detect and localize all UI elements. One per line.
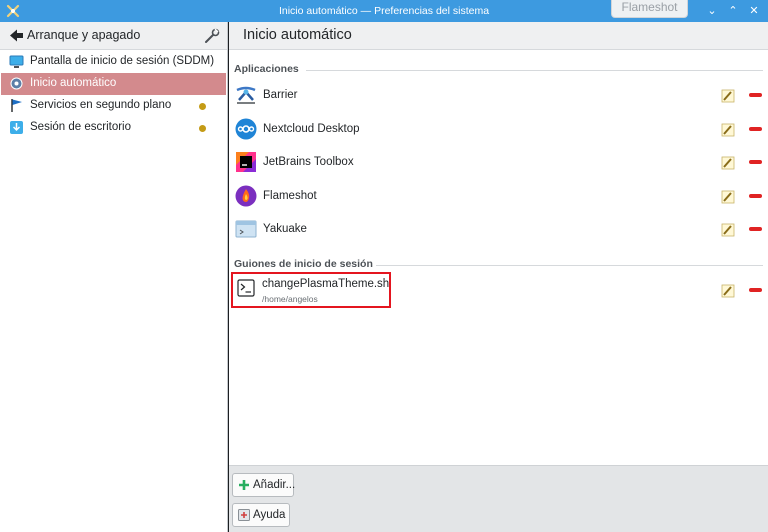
jetbrains-toolbox-icon	[236, 152, 256, 172]
scripts-section-header: Guiones de inicio de sesión	[234, 258, 763, 272]
minimize-icon: ⌄	[707, 5, 717, 17]
sidebar-item-label: Pantalla de inicio de sesión (SDDM)	[30, 55, 215, 67]
maximize-icon: ⌃	[728, 5, 738, 17]
main-panel: Inicio automático Aplicaciones Barrier N…	[229, 22, 768, 532]
plus-icon	[239, 480, 249, 490]
sidebar-item-autostart[interactable]: Inicio automático	[1, 73, 226, 95]
remove-icon[interactable]	[749, 127, 762, 131]
sidebar-item-background-services[interactable]: Servicios en segundo plano	[1, 95, 226, 117]
sidebar-header: Arranque y apagado	[0, 22, 227, 50]
status-dot	[199, 103, 206, 110]
minimize-button[interactable]: ⌄	[703, 2, 721, 20]
flag-icon	[11, 99, 22, 112]
remove-icon[interactable]	[749, 93, 762, 97]
add-button[interactable]: Añadir...	[232, 473, 296, 497]
close-button[interactable]: ✕	[745, 2, 763, 20]
section-divider	[376, 265, 763, 266]
monitor-icon	[9, 55, 24, 68]
wrench-icon[interactable]	[204, 28, 220, 44]
app-name: Yakuake	[263, 223, 307, 235]
flameshot-tooltip: Flameshot	[611, 0, 688, 18]
autostart-entry-flameshot[interactable]: Flameshot	[231, 182, 766, 212]
barrier-icon	[236, 86, 256, 104]
flameshot-icon	[235, 185, 257, 207]
edit-icon[interactable]	[721, 123, 735, 137]
remove-icon[interactable]	[749, 194, 762, 198]
terminal-icon	[237, 279, 255, 297]
edit-icon[interactable]	[721, 190, 735, 204]
autostart-entry-barrier[interactable]: Barrier	[231, 81, 766, 111]
maximize-button[interactable]: ⌃	[724, 2, 742, 20]
yakuake-icon	[235, 220, 257, 238]
section-label: Guiones de inicio de sesión	[234, 258, 373, 270]
sidebar-item-sddm[interactable]: Pantalla de inicio de sesión (SDDM)	[1, 51, 226, 73]
download-icon	[10, 121, 23, 134]
content-header: Inicio automático	[229, 22, 768, 50]
remove-icon[interactable]	[749, 227, 762, 231]
sidebar: Arranque y apagado Pantalla de inicio de…	[0, 22, 228, 532]
app-name: Barrier	[263, 89, 298, 101]
page-title: Inicio automático	[243, 27, 352, 43]
applications-section-header: Aplicaciones	[234, 63, 763, 77]
script-name: changePlasmaTheme.sh	[262, 278, 390, 290]
help-button-label: Ayuda	[253, 509, 286, 521]
section-label: Aplicaciones	[234, 63, 299, 75]
login-script-entry[interactable]: changePlasmaTheme.sh /home/angelos	[231, 272, 766, 310]
sidebar-item-label: Servicios en segundo plano	[30, 99, 172, 111]
nextcloud-icon	[235, 118, 257, 140]
autostart-entry-nextcloud[interactable]: Nextcloud Desktop	[231, 115, 766, 145]
sidebar-item-label: Inicio automático	[30, 77, 117, 89]
autostart-entry-jetbrains-toolbox[interactable]: JetBrains Toolbox	[231, 148, 766, 178]
section-divider	[306, 70, 763, 71]
gear-icon	[10, 77, 23, 90]
footer-bar: Añadir... Ayuda	[229, 465, 768, 532]
script-path: /home/angelos	[262, 294, 318, 304]
edit-icon[interactable]	[721, 284, 735, 298]
back-arrow-icon	[10, 29, 23, 42]
close-icon: ✕	[749, 5, 759, 17]
app-name: Nextcloud Desktop	[263, 123, 360, 135]
help-icon	[238, 509, 250, 521]
app-name: JetBrains Toolbox	[263, 156, 354, 168]
edit-icon[interactable]	[721, 156, 735, 170]
sidebar-item-label: Sesión de escritorio	[30, 121, 131, 133]
edit-icon[interactable]	[721, 223, 735, 237]
remove-icon[interactable]	[749, 288, 762, 292]
autostart-entry-yakuake[interactable]: Yakuake	[231, 215, 766, 245]
sidebar-back-title[interactable]: Arranque y apagado	[27, 28, 140, 42]
app-name: Flameshot	[263, 190, 317, 202]
add-button-label: Añadir...	[253, 479, 296, 491]
remove-icon[interactable]	[749, 160, 762, 164]
help-button[interactable]: Ayuda	[232, 503, 290, 527]
status-dot	[199, 125, 206, 132]
sidebar-item-desktop-session[interactable]: Sesión de escritorio	[1, 117, 226, 139]
edit-icon[interactable]	[721, 89, 735, 103]
